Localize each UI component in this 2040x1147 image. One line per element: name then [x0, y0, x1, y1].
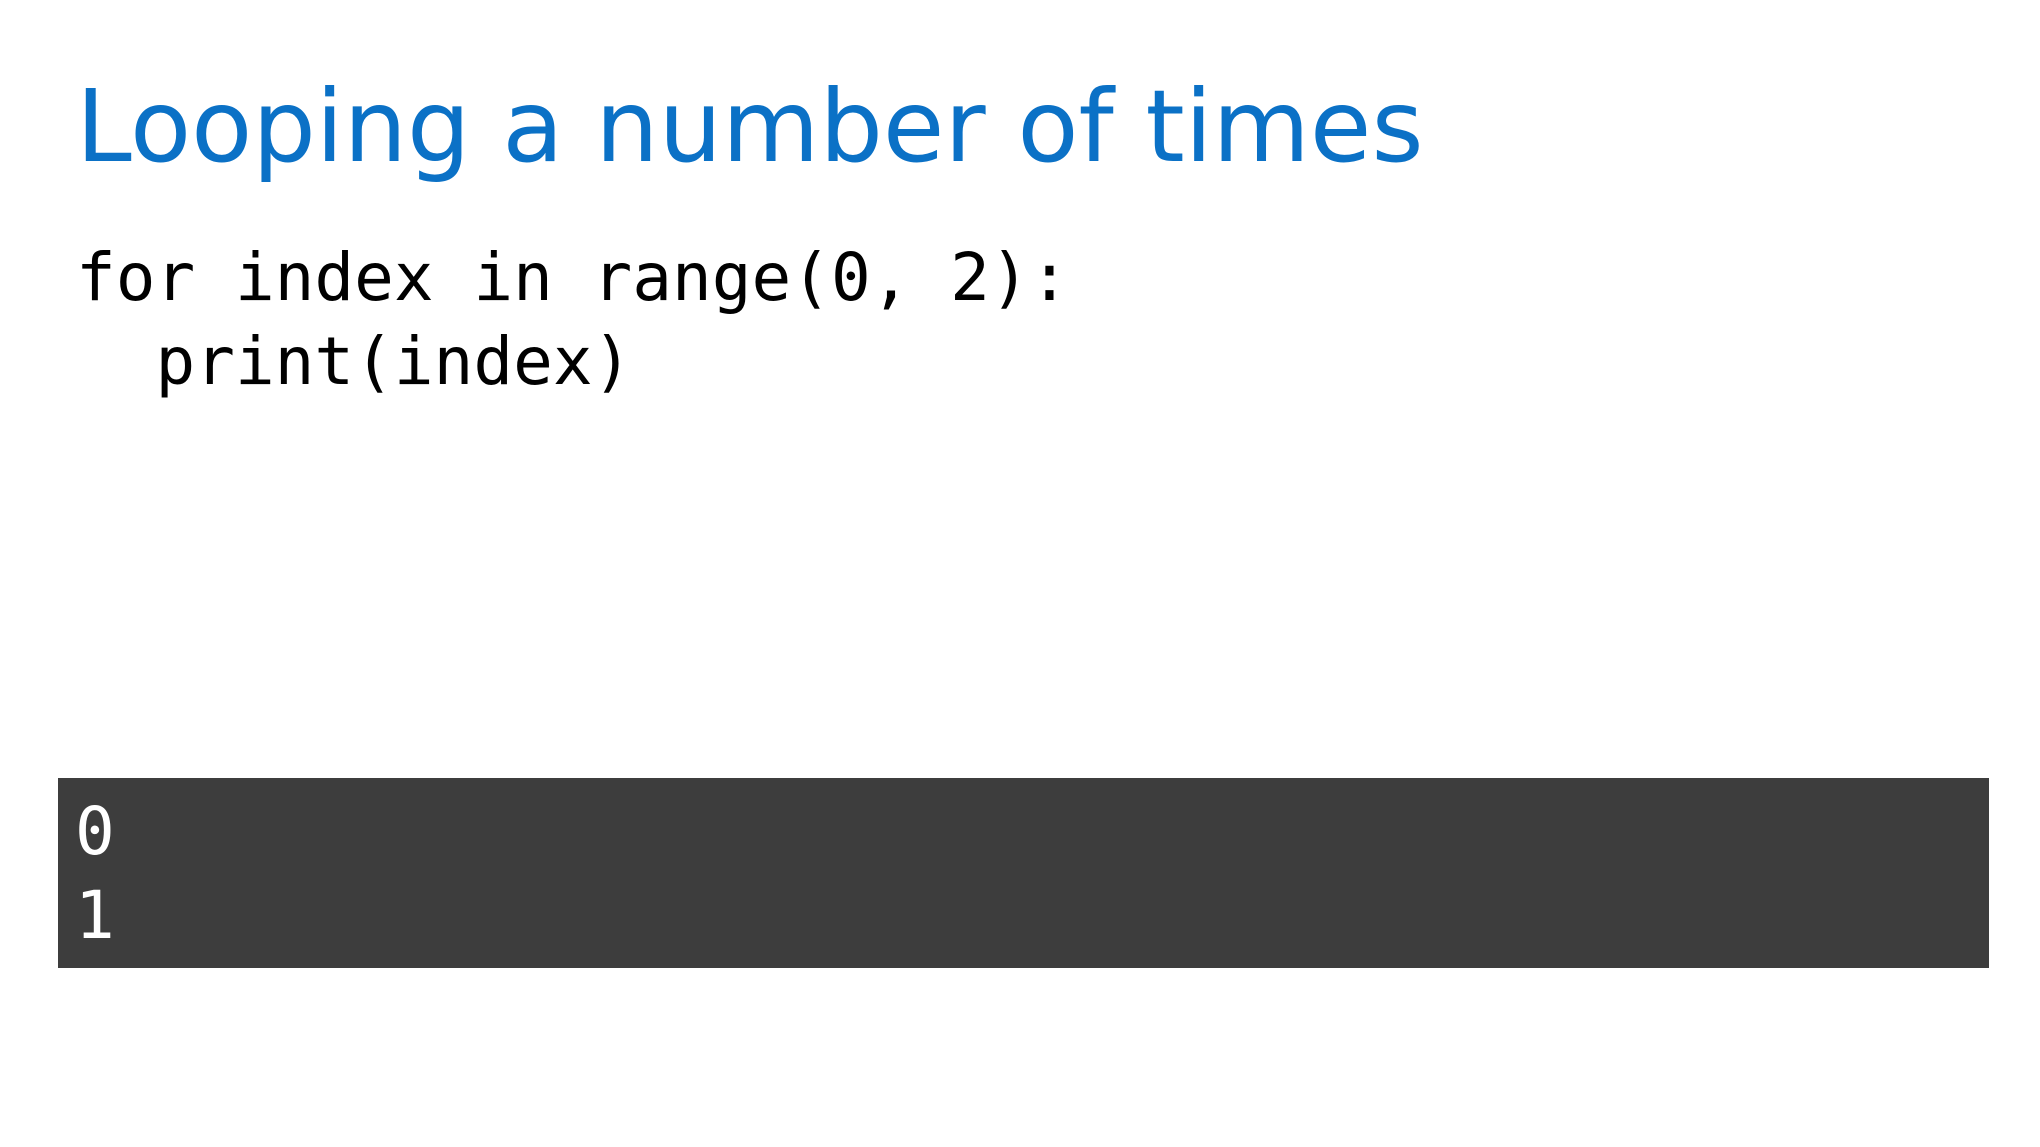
code-block: for index in range(0, 2): print(index)	[76, 236, 1069, 404]
slide: Looping a number of times for index in r…	[0, 0, 2040, 1147]
code-line: for index in range(0, 2):	[76, 239, 1070, 316]
output-panel: 0 1	[58, 778, 1989, 968]
code-line: print(index)	[76, 323, 633, 400]
slide-title: Looping a number of times	[76, 68, 1424, 185]
output-line: 0	[75, 793, 115, 870]
output-lines: 0 1	[75, 790, 115, 958]
output-line: 1	[75, 877, 115, 954]
